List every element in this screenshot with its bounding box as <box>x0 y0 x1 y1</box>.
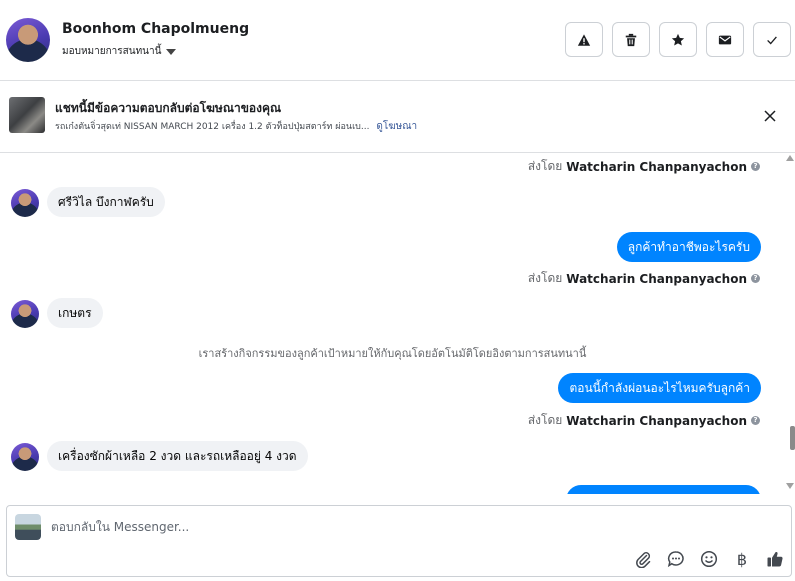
conversation-header: Boonhom Chapolmueng มอบหมายการสนทนานี้ <box>0 0 795 81</box>
help-icon[interactable]: ? <box>751 274 760 283</box>
ad-thumbnail <box>9 97 45 133</box>
sent-by-name: Watcharin Chanpanyachon <box>566 413 747 428</box>
close-icon <box>764 110 776 122</box>
outgoing-message[interactable]: ตอนนี้กำลังผ่อนอะไรไหมครับลูกค้า <box>558 373 761 403</box>
assign-conversation-dropdown[interactable]: มอบหมายการสนทนานี้ <box>62 44 177 59</box>
baht-icon: ฿ <box>736 549 748 569</box>
sent-by-name: Watcharin Chanpanyachon <box>566 271 747 286</box>
outgoing-message[interactable]: ลูกค้าทำอาชีพอะไรครับ <box>616 232 761 262</box>
header-actions <box>565 22 791 57</box>
thread-scrollbar[interactable] <box>785 153 795 494</box>
like-button[interactable] <box>765 549 785 569</box>
delete-button[interactable] <box>612 22 650 57</box>
mark-spam-button[interactable] <box>565 22 603 57</box>
emoji-button[interactable] <box>699 549 719 569</box>
scroll-up-arrow-icon[interactable] <box>786 155 794 161</box>
close-banner-button[interactable] <box>760 106 780 126</box>
star-button[interactable] <box>659 22 697 57</box>
scroll-thumb[interactable] <box>790 426 795 450</box>
incoming-message[interactable]: เครื่องซักผ้าเหลือ 2 งวด และรถเหลืออยู่ … <box>47 441 308 471</box>
system-notice: เราสร้างกิจกรรมของลูกค้าเป้าหมายให้กับคุ… <box>198 347 587 360</box>
sent-by-prefix: ส่งโดย <box>527 271 563 285</box>
warning-icon <box>577 33 591 46</box>
page-avatar <box>15 514 41 540</box>
chat-bubble-icon <box>667 551 684 568</box>
smiley-icon <box>700 550 718 568</box>
ad-banner-title: แชทนี้มีข้อความตอบกลับต่อโฆษณาของคุณ <box>55 101 282 115</box>
sent-by-label: ส่งโดย Watcharin Chanpanyachon ? <box>528 157 760 176</box>
caret-down-icon <box>166 48 177 55</box>
mark-unread-button[interactable] <box>706 22 744 57</box>
sent-by-prefix: ส่งโดย <box>527 413 563 427</box>
sent-by-label: ส่งโดย Watcharin Chanpanyachon ? <box>528 269 760 288</box>
incoming-message[interactable]: เกษตร <box>47 298 103 328</box>
sent-by-prefix: ส่งโดย <box>527 159 563 173</box>
ad-banner-description: รถเก๋งตันจิ่วสุดเท่ NISSAN MARCH 2012 เค… <box>55 119 417 134</box>
thumbs-up-icon <box>767 552 783 567</box>
outgoing-message-partial[interactable] <box>566 485 761 494</box>
contact-message-avatar[interactable] <box>11 300 39 328</box>
envelope-icon <box>718 35 732 44</box>
contact-name[interactable]: Boonhom Chapolmueng <box>62 21 249 37</box>
view-ad-link[interactable]: ดูโฆษณา <box>376 121 417 132</box>
mark-done-button[interactable] <box>753 22 791 57</box>
payment-button[interactable]: ฿ <box>732 549 752 569</box>
paperclip-icon <box>636 552 651 568</box>
ad-description-text: รถเก๋งตันจิ่วสุดเท่ NISSAN MARCH 2012 เค… <box>55 122 370 132</box>
star-icon <box>671 33 685 46</box>
message-thread[interactable]: ส่งโดย Watcharin Chanpanyachon ? ศรีวิไล… <box>0 153 785 494</box>
attach-file-button[interactable] <box>633 549 653 569</box>
check-icon <box>767 36 777 44</box>
reply-composer: ฿ <box>6 505 792 577</box>
ad-reply-banner: แชทนี้มีข้อความตอบกลับต่อโฆษณาของคุณ รถเ… <box>0 81 795 153</box>
composer-tools: ฿ <box>633 549 785 569</box>
saved-replies-button[interactable] <box>666 549 686 569</box>
sent-by-label: ส่งโดย Watcharin Chanpanyachon ? <box>528 411 760 430</box>
incoming-message[interactable]: ศรีวิไล บึงกาฬครับ <box>47 187 165 217</box>
reply-input[interactable] <box>51 520 611 534</box>
scroll-down-arrow-icon[interactable] <box>786 483 794 489</box>
help-icon[interactable]: ? <box>751 162 760 171</box>
trash-icon <box>625 33 637 46</box>
contact-message-avatar[interactable] <box>11 443 39 471</box>
contact-message-avatar[interactable] <box>11 189 39 217</box>
help-icon[interactable]: ? <box>751 416 760 425</box>
contact-avatar[interactable] <box>6 18 50 62</box>
assign-label: มอบหมายการสนทนานี้ <box>62 46 162 57</box>
sent-by-name: Watcharin Chanpanyachon <box>566 159 747 174</box>
